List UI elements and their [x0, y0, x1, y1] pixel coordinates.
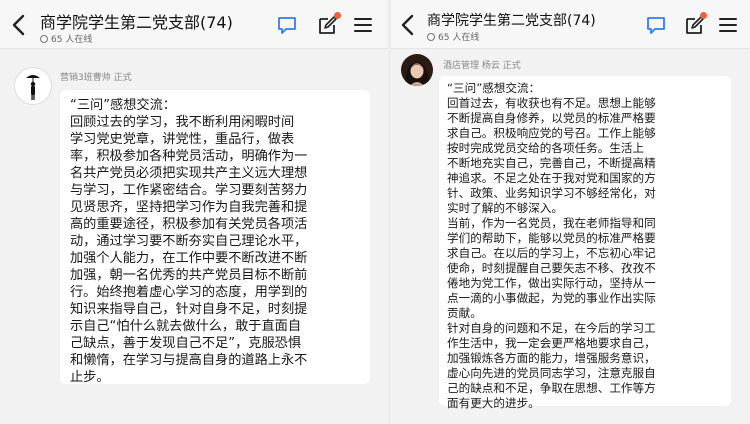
message-line: 面有更大的进步。 [447, 396, 540, 410]
message-line: 己缺点，善于发现自己不足”，克服恐惧 [70, 336, 302, 351]
message-line: 作生活中，我一定会更严格地要求自己， [447, 336, 656, 350]
online-count-text: 65 人在线 [51, 35, 93, 45]
message-line: 率，积极参加各种党员活动，明确作为一 [70, 149, 308, 164]
message-line: 名共产党员必须把实现共产主义远大理想 [70, 166, 308, 181]
sender-name: 营销3班曹帅 正式 [60, 73, 132, 83]
message-bubble[interactable]: “三问”感想交流： 回首过去，有收获也有不足。思想上能够 不断提高自身修养，以党… [439, 76, 731, 410]
message-line: 回首过去，有收获也有不足。思想上能够 [447, 96, 656, 110]
message-line: 实时了解的不够深入。 [447, 201, 563, 215]
notification-badge [700, 12, 707, 19]
message-line: 针、政策、业务知识学习不够经常化，对 [447, 186, 656, 200]
online-count-text: 65 人在线 [438, 33, 480, 43]
menu-icon[interactable] [352, 14, 374, 36]
online-count: 65 人在线 [427, 30, 479, 43]
message-line: 虚心向先进的党员同志学习，注意克服自 [447, 366, 656, 380]
message-line: 学习党史党章，讲党性，重品行，做表 [70, 132, 295, 147]
message-line: 示自己“怕什么就去做什么，敢于直面自 [70, 319, 302, 334]
message-line: 针对自身的问题和不足，在今后的学习工 [447, 321, 656, 335]
message-line: 神追求。不足之处在于我对党和国家的方 [447, 171, 656, 185]
message-line: 贡献。 [447, 306, 482, 320]
message-line: 求自己。积极响应党的号召。工作上能够 [447, 126, 656, 140]
online-indicator-icon [40, 35, 48, 43]
message-line: “三问”感想交流： [70, 98, 176, 113]
message-line: 不断地充实自己，完善自己，不断提高精 [447, 156, 656, 170]
group-title: 商学院学生第二党支部(74) [427, 13, 596, 29]
message-line: 高的重要途径，积极参加有关党员各项活 [70, 217, 308, 232]
message-line: 加强个人能力，在工作中要不断改进不断 [70, 251, 308, 266]
message-line: 当前，作为一名党员，我在老师指导和同 [447, 216, 656, 230]
sender-name: 酒店管理 杨云 正式 [443, 61, 521, 71]
chat-icon[interactable] [645, 14, 667, 36]
menu-icon[interactable] [717, 14, 739, 36]
chat-panel-right: 商学院学生第二党支部(74) 65 人在线 酒店管理 杨云 正式 “三问”感想交… [391, 0, 750, 424]
avatar[interactable] [14, 67, 52, 105]
chat-icon[interactable] [276, 14, 298, 36]
message-line: 和懒惰，在学习与提高自身的道路上永不 [70, 353, 308, 368]
message-line: 止步。 [70, 370, 110, 385]
back-arrow-icon[interactable] [399, 14, 417, 36]
chat-header: 商学院学生第二党支部(74) 65 人在线 [391, 0, 750, 49]
group-title: 商学院学生第二党支部(74) [40, 13, 233, 32]
chat-header: 商学院学生第二党支部(74) 65 人在线 [0, 0, 388, 49]
message-line: 按时完成党员交给的各项任务。生活上 [447, 141, 645, 155]
message-line: 行。始终抱着虚心学习的态度，用学到的 [70, 285, 308, 300]
back-arrow-icon[interactable] [10, 14, 28, 36]
message-line: 使命，时刻提醒自己要矢志不移、孜孜不 [447, 261, 656, 275]
message-bubble[interactable]: “三问”感想交流： 回顾过去的学习，我不断利用闲暇时间 学习党史党章，讲党性，重… [60, 90, 370, 385]
message-line: 不断提高自身修养，以党员的标准严格要 [447, 111, 656, 125]
message-line: 己的缺点和不足，争取在思想、工作等方 [447, 381, 656, 395]
message-line: 回顾过去的学习，我不断利用闲暇时间 [70, 115, 295, 130]
message-line: 倦地为党工作，做出实际行动，坚持从一 [447, 276, 656, 290]
message-line: 求自己。在以后的学习上，不忘初心牢记 [447, 246, 656, 260]
message-line: 见贤思齐，坚持把学习作为自我完善和提 [70, 200, 308, 215]
avatar[interactable] [401, 54, 433, 86]
message-line: 点一滴的小事做起，为党的事业作出实际 [447, 291, 656, 305]
message-line: 加强，朝一名优秀的共产党员目标不断前 [70, 268, 308, 283]
chat-panel-left: 商学院学生第二党支部(74) 65 人在线 营销3班曹帅 正式 “三问”感想交流… [0, 0, 388, 424]
message-line: “三问”感想交流： [447, 81, 541, 95]
online-count: 65 人在线 [40, 32, 92, 45]
message-line: 知识来指导自己，针对自身不足，时刻提 [70, 302, 308, 317]
message-line: 学们的帮助下，能够以党员的标准严格要 [447, 231, 656, 245]
online-indicator-icon [427, 33, 435, 41]
message-line: 动，通过学习要不断夯实自己理论水平， [70, 234, 308, 249]
notification-badge [334, 12, 341, 19]
message-line: 与学习，工作紧密结合。学习要刻苦努力 [70, 183, 308, 198]
message-line: 加强锻炼各方面的能力，增强服务意识， [447, 351, 656, 365]
